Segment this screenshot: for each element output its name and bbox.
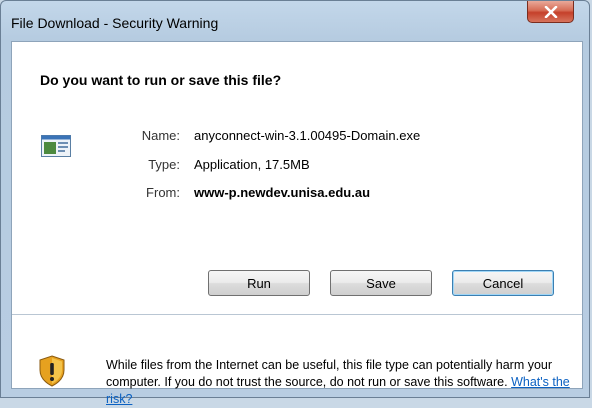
save-button[interactable]: Save — [330, 270, 432, 296]
dialog-content: Do you want to run or save this file? Na… — [11, 41, 583, 406]
type-value: Application, 17.5MB — [194, 157, 310, 172]
from-label: From: — [146, 185, 180, 200]
close-icon — [544, 5, 557, 18]
warning-message: While files from the Internet can be use… — [106, 357, 576, 408]
window-title: File Download - Security Warning — [11, 15, 219, 31]
title-bar[interactable]: File Download - Security Warning — [1, 1, 589, 41]
dialog-question: Do you want to run or save this file? — [40, 72, 282, 88]
name-label: Name: — [141, 128, 180, 143]
type-label: Type: — [148, 157, 180, 172]
warning-footer: While files from the Internet can be use… — [12, 315, 582, 406]
security-warning-dialog: File Download - Security Warning Do you … — [0, 0, 590, 406]
application-file-icon — [41, 135, 71, 157]
name-value: anyconnect-win-3.1.00495-Domain.exe — [194, 128, 421, 143]
security-shield-warning-icon — [39, 355, 65, 387]
close-button[interactable] — [527, 1, 574, 23]
warning-text: While files from the Internet can be use… — [106, 358, 553, 389]
cancel-button[interactable]: Cancel — [452, 270, 554, 296]
run-button[interactable]: Run — [208, 270, 310, 296]
from-value: www-p.newdev.unisa.edu.au — [194, 185, 371, 200]
